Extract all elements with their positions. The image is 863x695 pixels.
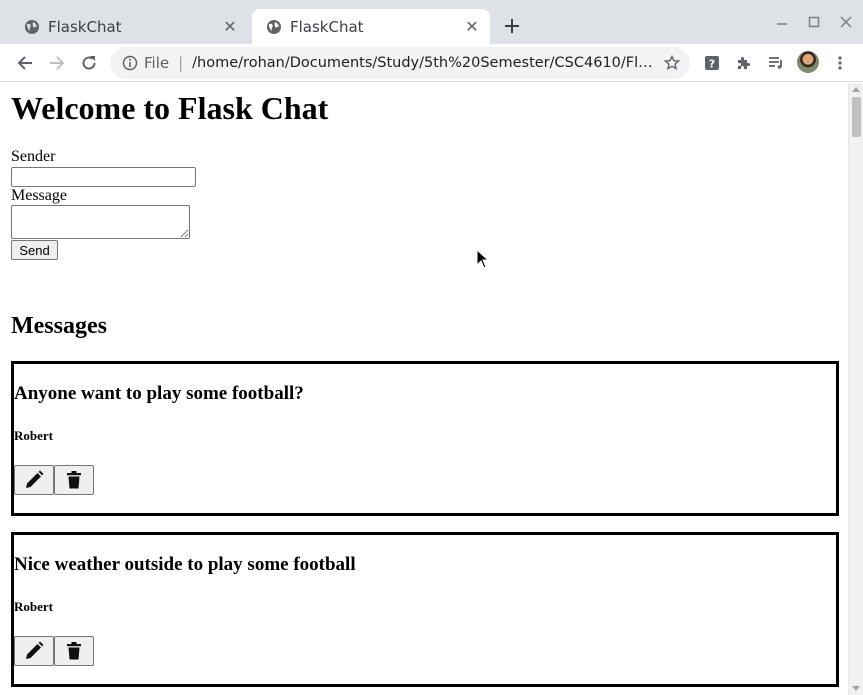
browser-tab-strip: FlaskChat ✕ FlaskChat ✕ bbox=[0, 0, 863, 44]
globe-icon bbox=[25, 19, 39, 34]
bookmark-star-icon[interactable] bbox=[660, 51, 684, 75]
tab-title: FlaskChat bbox=[48, 17, 122, 36]
reload-button[interactable] bbox=[76, 50, 102, 76]
puzzle-icon bbox=[738, 57, 750, 69]
message-text: Nice weather outside to play some footba… bbox=[14, 554, 356, 575]
address-scheme: File bbox=[144, 54, 170, 72]
tab-close-icon[interactable]: ✕ bbox=[460, 17, 484, 36]
message-card: Nice weather outside to play some footba… bbox=[11, 532, 839, 687]
scrollbar-thumb[interactable] bbox=[852, 97, 861, 137]
scroll-down-arrow-icon[interactable] bbox=[852, 686, 860, 691]
address-url[interactable]: /home/rohan/Documents/Study/5th%20Semest… bbox=[192, 55, 660, 71]
arrow-right-icon bbox=[50, 56, 65, 70]
send-button[interactable]: Send bbox=[11, 240, 58, 260]
browser-menu-button[interactable] bbox=[827, 50, 853, 76]
minimize-window-button[interactable] bbox=[770, 10, 794, 34]
globe-icon bbox=[267, 19, 281, 34]
page-title: Welcome to Flask Chat bbox=[11, 90, 329, 126]
trash-icon bbox=[67, 471, 81, 489]
maximize-window-button[interactable] bbox=[802, 10, 826, 34]
svg-text:?: ? bbox=[709, 58, 715, 71]
delete-message-button[interactable] bbox=[54, 636, 94, 666]
help-icon: ? bbox=[705, 56, 719, 71]
help-extension-button[interactable]: ? bbox=[699, 50, 725, 76]
tab-title: FlaskChat bbox=[290, 17, 364, 36]
page-scrollbar[interactable] bbox=[848, 83, 863, 695]
tab-close-icon[interactable]: ✕ bbox=[218, 17, 242, 36]
reload-icon bbox=[82, 56, 96, 70]
message-textarea[interactable] bbox=[11, 205, 190, 239]
plus-icon bbox=[505, 19, 519, 33]
scroll-up-arrow-icon[interactable] bbox=[852, 87, 860, 92]
back-button[interactable] bbox=[12, 50, 38, 76]
message-sender: Robert bbox=[14, 599, 53, 614]
address-separator: | bbox=[178, 54, 184, 72]
browser-tab-1[interactable]: FlaskChat ✕ bbox=[10, 9, 248, 44]
forward-button[interactable] bbox=[44, 50, 70, 76]
media-control-button[interactable] bbox=[763, 50, 789, 76]
close-icon bbox=[840, 16, 852, 28]
maximize-icon bbox=[808, 16, 820, 28]
pencil-icon bbox=[26, 641, 44, 659]
arrow-left-icon bbox=[17, 56, 32, 70]
new-tab-button[interactable] bbox=[500, 14, 524, 38]
message-text: Anyone want to play some football? bbox=[14, 383, 304, 404]
sender-input[interactable] bbox=[11, 167, 196, 187]
delete-message-button[interactable] bbox=[54, 465, 94, 495]
page-viewport: Welcome to Flask Chat Sender Message Sen… bbox=[0, 83, 848, 695]
close-window-button[interactable] bbox=[834, 10, 858, 34]
edit-message-button[interactable] bbox=[14, 465, 54, 495]
edit-message-button[interactable] bbox=[14, 636, 54, 666]
extensions-button[interactable] bbox=[731, 50, 757, 76]
more-vert-icon bbox=[838, 56, 842, 70]
message-sender: Robert bbox=[14, 428, 53, 443]
info-icon[interactable] bbox=[122, 55, 138, 71]
mouse-cursor-icon bbox=[476, 249, 488, 269]
browser-tab-2[interactable]: FlaskChat ✕ bbox=[252, 9, 490, 44]
minimize-icon bbox=[777, 23, 787, 25]
address-bar[interactable]: File | /home/rohan/Documents/Study/5th%2… bbox=[110, 47, 690, 79]
messages-heading: Messages bbox=[11, 313, 107, 339]
browser-toolbar: File | /home/rohan/Documents/Study/5th%2… bbox=[0, 44, 863, 82]
profile-avatar[interactable] bbox=[797, 51, 819, 73]
playlist-icon bbox=[769, 57, 782, 69]
trash-icon bbox=[67, 642, 81, 660]
pencil-icon bbox=[26, 470, 44, 488]
message-label: Message bbox=[11, 187, 67, 204]
message-card: Anyone want to play some football? Rober… bbox=[11, 361, 839, 516]
sender-label: Sender bbox=[11, 148, 56, 165]
